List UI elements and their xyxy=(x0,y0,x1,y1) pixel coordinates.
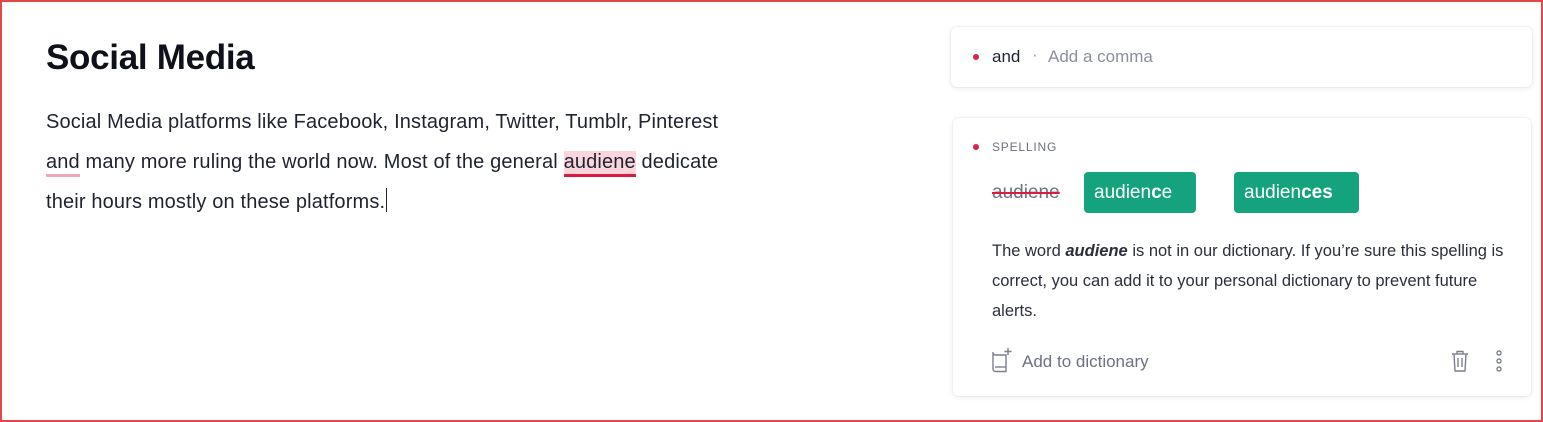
add-to-dictionary-label: Add to dictionary xyxy=(1022,352,1149,371)
collapsed-suggestion-card[interactable]: and · Add a comma xyxy=(951,27,1532,87)
trash-icon[interactable] xyxy=(1450,349,1470,378)
add-to-dictionary-button[interactable]: Add to dictionary xyxy=(990,347,1149,377)
alert-dot xyxy=(973,54,979,60)
suggestion-change: ces xyxy=(1301,182,1333,203)
text-cursor xyxy=(386,188,388,212)
document-body[interactable]: Social Media platforms like Facebook, In… xyxy=(46,102,746,222)
book-plus-icon xyxy=(990,346,1014,379)
spelling-issue-highlight[interactable]: audiene xyxy=(563,151,636,177)
body-text[interactable]: many more ruling the world now. Most of … xyxy=(80,151,564,173)
explanation-pre: The word xyxy=(992,242,1066,260)
suggestion-button-audiences[interactable]: audiences xyxy=(1234,172,1359,213)
spelling-suggestion-card: SPELLING audiene → audience audiences Th… xyxy=(953,118,1531,396)
comma-issue-highlight[interactable]: and xyxy=(46,151,80,177)
suggestion-rest: e xyxy=(1161,182,1173,203)
separator: · xyxy=(1032,45,1038,64)
category-label: SPELLING xyxy=(992,140,1058,154)
body-text[interactable]: Social Media platforms like Facebook, In… xyxy=(46,111,718,133)
suggestion-base: audien xyxy=(1094,182,1152,203)
issue-hint: Add a comma xyxy=(1048,47,1153,66)
document-title[interactable]: Social Media xyxy=(46,38,255,78)
suggestion-button-audience[interactable]: audience xyxy=(1084,172,1196,213)
original-word: audiene xyxy=(992,182,1060,203)
suggestion-change: c xyxy=(1151,182,1162,203)
window-frame: Social Media Social Media platforms like… xyxy=(0,0,1543,422)
explanation-text: The word audiene is not in our dictionar… xyxy=(992,236,1512,326)
explanation-keyword: audiene xyxy=(1065,242,1128,260)
issue-word: and xyxy=(992,47,1021,66)
suggestion-base: audien xyxy=(1244,182,1302,203)
more-vertical-icon[interactable] xyxy=(1496,350,1502,377)
alert-dot xyxy=(973,144,979,150)
